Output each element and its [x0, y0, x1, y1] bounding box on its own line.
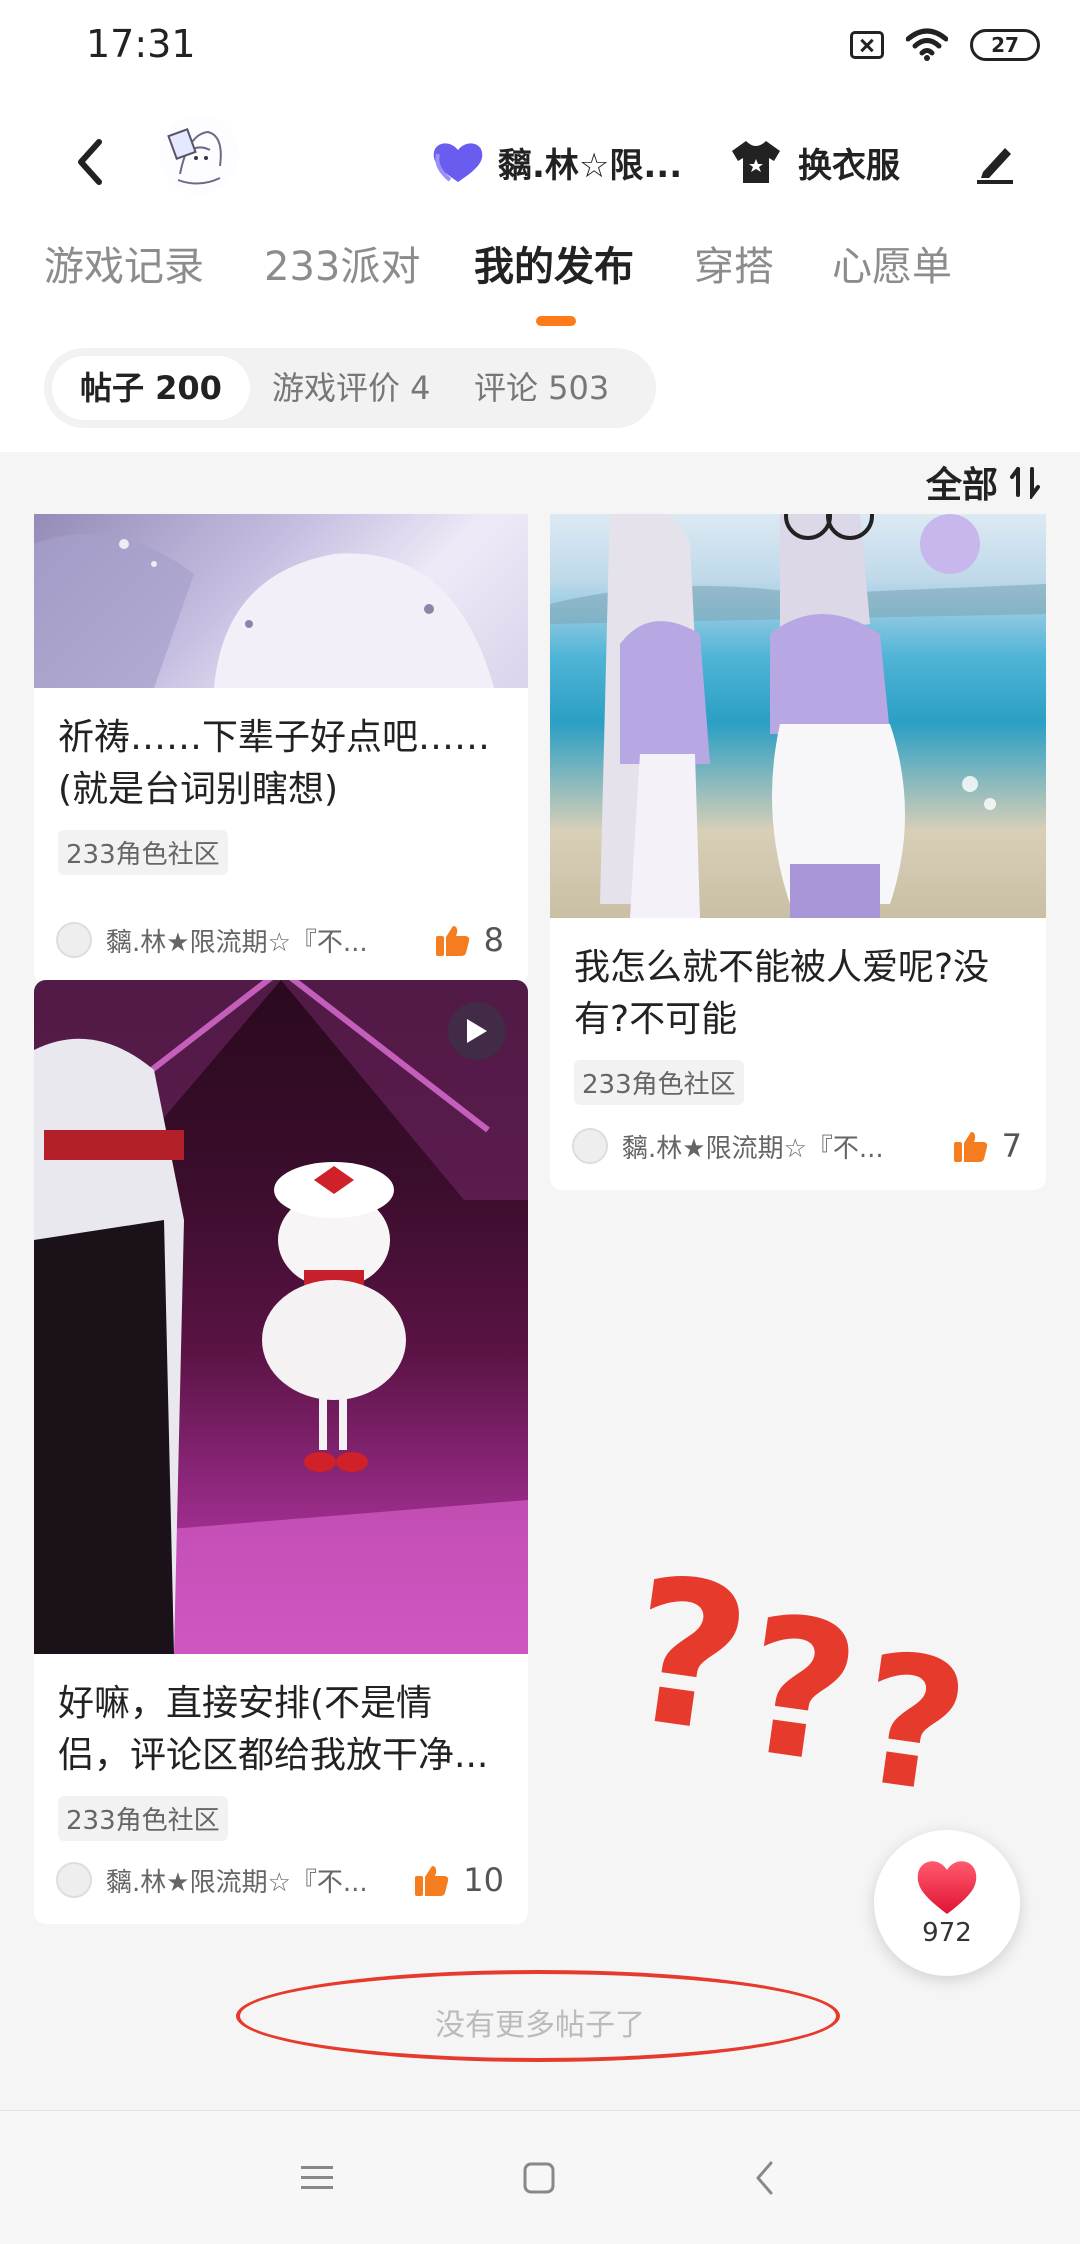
subtab-group: 帖子 200 游戏评价 4 评论 503 [44, 348, 656, 428]
back-button[interactable] [60, 122, 120, 202]
heart-count: 972 [922, 1918, 972, 1948]
thumbs-up-icon [953, 1132, 987, 1162]
heart-badge-icon [433, 143, 483, 182]
author-avatar [572, 1128, 608, 1164]
post-footer: 黐.林★限流期☆『不... 10 [56, 1858, 504, 1902]
back-chevron-icon [756, 2161, 773, 2195]
system-back-button[interactable] [728, 2141, 802, 2215]
post-image-art [550, 514, 1046, 918]
tab-outfits[interactable]: 穿搭 [694, 242, 774, 342]
heart-icon [917, 1861, 977, 1914]
subtab-comments[interactable]: 评论 503 [446, 356, 637, 420]
post-tag[interactable]: 233角色社区 [58, 830, 228, 875]
pencil-icon [977, 148, 1013, 184]
home-square-icon [523, 2162, 555, 2194]
post-author: 黐.林★限流期☆『不... [622, 1133, 884, 1164]
post-card[interactable]: 我怎么就不能被人爱呢?没有?不可能 233角色社区 黐.林★限流期☆『不... … [550, 514, 1046, 1190]
post-title: 祈祷……下辈子好点吧……(就是台词别瞎想) [58, 717, 491, 810]
author-avatar [56, 922, 92, 958]
post-title: 我怎么就不能被人爱呢?没有?不可能 [574, 947, 990, 1040]
like-button[interactable]: 8 [435, 921, 504, 959]
tab-game-records[interactable]: 游戏记录 [44, 242, 204, 342]
thumbs-up-icon [415, 1866, 449, 1896]
active-tab-indicator [536, 316, 576, 326]
battery-indicator: 27 [970, 29, 1040, 61]
like-count: 7 [1001, 1127, 1022, 1165]
tab-wishlist[interactable]: 心愿单 [832, 242, 952, 342]
subtab-game-reviews[interactable]: 游戏评价 4 [244, 356, 459, 420]
status-bar: 17:31 27 [0, 0, 1080, 92]
avatar[interactable] [158, 114, 240, 196]
profile-tabs: 游戏记录 233派对 我的发布 穿搭 心愿单 [0, 242, 1080, 342]
author-avatar [56, 1862, 92, 1898]
wifi-icon [906, 28, 948, 61]
back-arrow-icon [78, 139, 102, 185]
post-image [550, 514, 1046, 918]
status-icons: 27 [850, 28, 1040, 62]
subtabs-bar: 帖子 200 游戏评价 4 评论 503 [0, 342, 1080, 452]
post-card[interactable]: 祈祷……下辈子好点吧……(就是台词别瞎想) 233角色社区 黐.林★限流期☆『不… [34, 514, 528, 984]
edit-button[interactable] [965, 122, 1025, 202]
sort-icon [1010, 467, 1040, 499]
subtab-posts[interactable]: 帖子 200 [52, 356, 250, 420]
tab-party[interactable]: 233派对 [264, 242, 420, 342]
post-tag[interactable]: 233角色社区 [574, 1060, 744, 1105]
outfit-button[interactable]: 换衣服 [730, 122, 900, 202]
no-sim-icon [850, 31, 884, 59]
tab-my-posts[interactable]: 我的发布 [474, 242, 634, 342]
profile-header: 黐.林☆限... 换衣服 [0, 92, 1080, 242]
like-button[interactable]: 7 [953, 1127, 1022, 1165]
user-name-chip[interactable]: 黐.林☆限... [430, 122, 682, 202]
post-image-art [34, 980, 528, 1654]
post-image-art [34, 534, 494, 688]
menu-button[interactable] [280, 2141, 354, 2215]
sort-filter[interactable]: 全部 [926, 456, 1042, 508]
outfit-label: 换衣服 [798, 145, 900, 186]
post-card[interactable]: 好嘛，直接安排(不是情侣，评论区都给我放干净... 233角色社区 黐.林★限流… [34, 980, 528, 1924]
like-count: 10 [463, 1861, 504, 1899]
post-footer: 黐.林★限流期☆『不... 8 [56, 918, 504, 962]
post-title: 好嘛，直接安排(不是情侣，评论区都给我放干净... [58, 1683, 489, 1776]
avatar-sketch-icon [159, 115, 239, 195]
home-button[interactable] [502, 2141, 576, 2215]
post-footer: 黐.林★限流期☆『不... 7 [572, 1124, 1022, 1168]
user-name: 黐.林☆限... [498, 145, 683, 186]
video-play-icon [448, 1002, 506, 1060]
like-button[interactable]: 10 [415, 1861, 504, 1899]
heart-button[interactable]: 972 [874, 1830, 1020, 1976]
system-nav-bar [0, 2110, 1080, 2244]
annotation-ellipse [236, 1970, 840, 2062]
sort-label: 全部 [925, 465, 998, 506]
post-author: 黐.林★限流期☆『不... [106, 927, 368, 958]
like-count: 8 [483, 921, 504, 959]
play-triangle-icon [467, 1019, 487, 1043]
menu-icon [301, 2166, 333, 2189]
status-time: 17:31 [86, 22, 196, 66]
post-image [34, 980, 528, 1654]
post-image [34, 514, 528, 688]
post-author: 黐.林★限流期☆『不... [106, 1867, 368, 1898]
thumbs-up-icon [435, 926, 469, 956]
post-tag[interactable]: 233角色社区 [58, 1796, 228, 1841]
tshirt-icon [732, 141, 780, 183]
